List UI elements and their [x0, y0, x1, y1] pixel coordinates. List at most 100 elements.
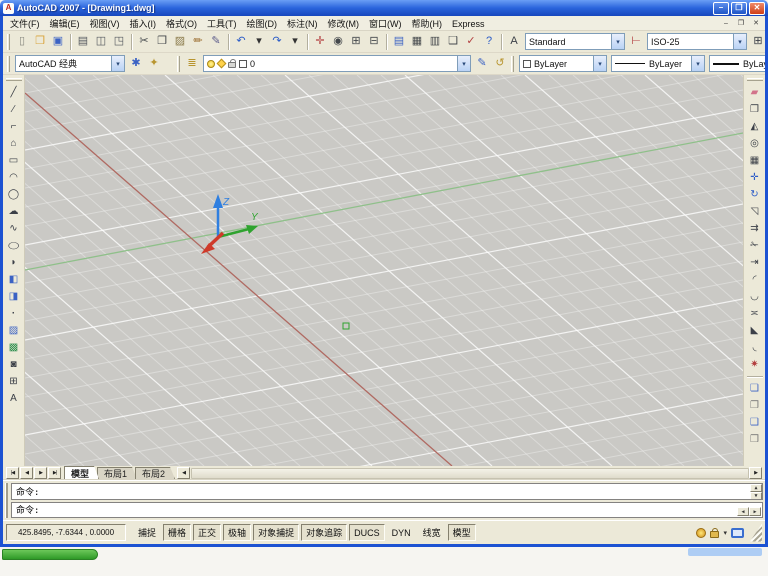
array-button[interactable]: ▦ [746, 152, 764, 169]
copy-object-button[interactable]: ❐ [746, 101, 764, 118]
toggle-grid-button[interactable]: 栅格 [163, 524, 192, 541]
menu-item-10[interactable]: 帮助(H) [407, 18, 448, 30]
menu-item-11[interactable]: Express [447, 18, 490, 30]
spline-button[interactable]: ∿ [5, 220, 23, 237]
markup-set-manager-button[interactable]: ✓ [462, 33, 480, 51]
break-at-point-button[interactable]: ◜ [746, 271, 764, 288]
rotate-button[interactable]: ↻ [746, 186, 764, 203]
trim-button[interactable]: ✁ [746, 237, 764, 254]
layer-previous-button[interactable]: ↺ [491, 55, 509, 73]
polygon-button[interactable]: ⌂ [5, 135, 23, 152]
text-style-button[interactable]: A [505, 33, 523, 51]
menu-item-4[interactable]: 格式(O) [161, 18, 202, 30]
circle-button[interactable]: ◯ [5, 186, 23, 203]
publish-button[interactable]: ◳ [110, 33, 128, 51]
chevron-down-icon[interactable]: ▾ [593, 56, 606, 71]
toolbar-grip[interactable] [177, 55, 180, 72]
menu-item-1[interactable]: 编辑(E) [45, 18, 85, 30]
ellipse-arc-button[interactable]: ◗ [5, 254, 23, 271]
close-button[interactable]: ✕ [749, 1, 765, 15]
titlebar[interactable]: A AutoCAD 2007 - [Drawing1.dwg] – ❐ ✕ [0, 0, 768, 16]
qnew-button[interactable]: ▯ [13, 33, 31, 51]
tray-arrow-icon[interactable]: ▾ [723, 529, 727, 537]
undo-list-button[interactable]: ▾ [250, 33, 268, 51]
layer-lock-icon[interactable] [228, 59, 236, 68]
region-button[interactable]: ◙ [5, 356, 23, 373]
minimize-button[interactable]: – [713, 1, 729, 15]
toolbar-grip[interactable] [511, 55, 514, 72]
copy-clip-button[interactable]: ❐ [153, 33, 171, 51]
tab-model[interactable]: 模型 [64, 466, 99, 479]
toolbar-lock-icon[interactable] [710, 527, 720, 538]
dim-style-button[interactable]: ⊢ [627, 33, 645, 51]
toggle-model-space-button[interactable]: 模型 [447, 524, 476, 541]
insert-block-button[interactable]: ◧ [5, 271, 23, 288]
ellipse-button[interactable]: ◯ [5, 237, 23, 254]
make-object-layer-current-button[interactable]: ✎ [473, 55, 491, 73]
layer-dropdown[interactable]: 0 ▾ [203, 55, 471, 72]
chevron-down-icon[interactable]: ▾ [457, 56, 470, 71]
extend-button[interactable]: ⇥ [746, 254, 764, 271]
menu-item-3[interactable]: 插入(I) [125, 18, 162, 30]
menu-item-8[interactable]: 修改(M) [323, 18, 365, 30]
menu-item-7[interactable]: 标注(N) [282, 18, 323, 30]
redo-button[interactable]: ↷ [268, 33, 286, 51]
polyline-button[interactable]: ⌐ [5, 118, 23, 135]
scroll-right-button[interactable]: ▶ [749, 467, 762, 479]
scroll-down-icon[interactable]: ▼ [750, 492, 762, 499]
sheetset-manager-button[interactable]: ❑ [444, 33, 462, 51]
properties-button[interactable]: ▤ [390, 33, 408, 51]
communication-center-icon[interactable] [696, 527, 707, 538]
zoom-previous-button[interactable]: ⊟ [365, 33, 383, 51]
menu-item-9[interactable]: 窗口(W) [364, 18, 407, 30]
erase-button[interactable]: ▰ [746, 84, 764, 101]
toolbar-grip[interactable] [7, 55, 10, 72]
taskbar-start-button-fragment[interactable] [2, 549, 98, 560]
line-button[interactable]: ╱ [5, 84, 23, 101]
clean-screen-icon[interactable] [731, 527, 744, 538]
zoom-window-button[interactable]: ⊞ [347, 33, 365, 51]
chamfer-button[interactable]: ◣ [746, 322, 764, 339]
match-properties-button[interactable]: ✏ [189, 33, 207, 51]
mdi-close-button[interactable]: ✕ [750, 18, 762, 29]
redo-list-button[interactable]: ▾ [286, 33, 304, 51]
mirror-button[interactable]: ◭ [746, 118, 764, 135]
scroll-right-icon[interactable]: ▶ [749, 507, 761, 516]
chevron-down-icon[interactable]: ▾ [691, 56, 704, 71]
layer-on-icon[interactable] [207, 59, 215, 68]
chevron-down-icon[interactable]: ▾ [733, 34, 746, 49]
mdi-minimize-button[interactable]: – [720, 18, 732, 29]
zoom-realtime-button[interactable]: ◉ [329, 33, 347, 51]
lineweight-dropdown[interactable]: ByLayer [709, 55, 765, 72]
send-under-objects-button[interactable]: ❒ [746, 431, 764, 448]
help-button[interactable]: ? [480, 33, 498, 51]
break-button[interactable]: ◡ [746, 288, 764, 305]
first-tab-button[interactable]: |◀ [6, 467, 19, 479]
prev-tab-button[interactable]: ◀ [20, 467, 33, 479]
color-dropdown[interactable]: ByLayer ▾ [519, 55, 607, 72]
maximize-button[interactable]: ❐ [731, 1, 747, 15]
menu-item-5[interactable]: 工具(T) [202, 18, 242, 30]
tab-layout2[interactable]: 布局2 [135, 467, 175, 479]
toggle-polar-button[interactable]: 极轴 [223, 524, 252, 541]
plot-preview-button[interactable]: ◫ [92, 33, 110, 51]
offset-button[interactable]: ◎ [746, 135, 764, 152]
fillet-button[interactable]: ◟ [746, 339, 764, 356]
toggle-snap-button[interactable]: 捕捉 [133, 524, 161, 541]
bring-above-objects-button[interactable]: ❑ [746, 414, 764, 431]
cut-button[interactable]: ✂ [135, 33, 153, 51]
horizontal-scrollbar[interactable]: ◀ ▶ [177, 467, 763, 479]
point-button[interactable]: · [5, 305, 23, 322]
table-button[interactable]: ⊞ [5, 373, 23, 390]
table-style-button[interactable]: ⊞ [749, 33, 765, 51]
toolbar-grip[interactable] [746, 78, 763, 81]
revision-cloud-button[interactable]: ☁ [5, 203, 23, 220]
text-style-dropdown[interactable]: Standard ▾ [525, 33, 625, 50]
drawing-canvas[interactable]: ZY [25, 75, 743, 466]
chevron-down-icon[interactable]: ▾ [111, 56, 124, 71]
construction-line-button[interactable]: ∕ [5, 101, 23, 118]
join-button[interactable]: ≍ [746, 305, 764, 322]
layer-freeze-icon[interactable] [216, 58, 227, 69]
send-to-back-button[interactable]: ❐ [746, 397, 764, 414]
last-tab-button[interactable]: ▶| [48, 467, 61, 479]
